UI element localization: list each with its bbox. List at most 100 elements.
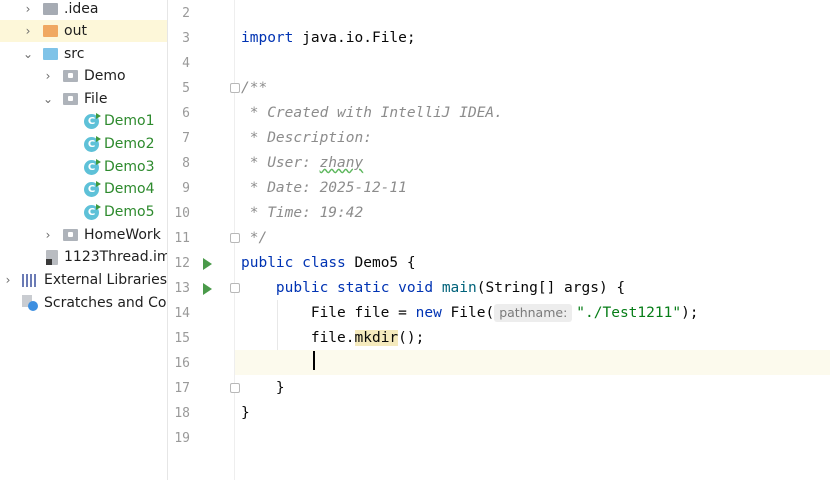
code-text: Demo5 { — [345, 255, 416, 271]
tree-item-external-libraries[interactable]: › External Libraries — [0, 269, 167, 291]
line-number: 6 — [182, 106, 190, 121]
gutter-line: 6 — [168, 101, 234, 126]
tree-item-label: .idea — [64, 1, 99, 17]
code-line-mkdir[interactable]: file.mkdir(); — [241, 326, 424, 351]
folder-icon — [43, 25, 58, 37]
line-number: 13 — [174, 281, 190, 296]
java-class-icon: C — [84, 180, 101, 197]
gutter-line: 19 — [168, 426, 234, 451]
tree-item-file-package[interactable]: ⌄ File — [0, 88, 107, 110]
tree-item-label: 1123Thread.iml — [64, 249, 168, 265]
keyword: static — [337, 280, 390, 296]
tree-item-label: Demo2 — [104, 136, 155, 152]
code-line-comment[interactable]: * Description: — [241, 126, 372, 151]
keyword: public — [275, 280, 329, 296]
gutter-line: 8 — [168, 151, 234, 176]
fold-icon[interactable] — [230, 83, 240, 93]
run-icon[interactable] — [203, 258, 212, 270]
keyword: class — [302, 255, 346, 271]
gutter-line: 10 — [168, 201, 234, 226]
gutter-line: 13 — [168, 276, 240, 301]
method-name: main — [441, 280, 477, 296]
project-tree-panel: › .idea › out ⌄ src › Demo ⌄ File C Demo… — [0, 0, 168, 480]
line-number: 7 — [182, 131, 190, 146]
tree-item-demo-package[interactable]: › Demo — [0, 65, 126, 87]
tree-item-idea[interactable]: › .idea — [0, 0, 99, 20]
tree-item-label: External Libraries — [44, 272, 167, 288]
chevron-right-icon[interactable]: › — [21, 24, 35, 38]
code-line-comment[interactable]: * Date: 2025-12-11 — [241, 176, 407, 201]
line-number: 19 — [174, 431, 190, 446]
chevron-down-icon[interactable]: ⌄ — [21, 47, 35, 61]
keyword: import — [241, 30, 294, 46]
chevron-down-icon[interactable]: ⌄ — [41, 92, 55, 106]
code-line-close[interactable]: } — [241, 401, 250, 426]
code-text: ); — [681, 305, 699, 321]
tree-item-label: File — [84, 91, 108, 107]
line-number: 15 — [174, 331, 190, 346]
code-text: File file = — [310, 305, 416, 321]
chevron-right-icon[interactable]: › — [21, 2, 35, 16]
tree-item-scratches[interactable]: Scratches and Cons — [22, 292, 167, 314]
tree-item-iml-file[interactable]: 1123Thread.iml — [46, 246, 168, 268]
run-icon[interactable] — [203, 283, 212, 295]
chevron-right-icon[interactable]: › — [41, 228, 55, 242]
code-line-close[interactable]: } — [241, 376, 285, 401]
code-line-comment[interactable]: * Created with IntelliJ IDEA. — [241, 101, 503, 126]
gutter-line: 2 — [168, 1, 234, 26]
tree-item-label: Demo — [84, 68, 126, 84]
gutter-line: 7 — [168, 126, 234, 151]
gutter-line: 3 — [168, 26, 234, 51]
fold-icon[interactable] — [230, 233, 240, 243]
tree-item-label: Demo1 — [104, 113, 155, 129]
line-number: 14 — [174, 306, 190, 321]
comment-user: zhany — [319, 155, 364, 171]
code-line-comment[interactable]: * User: zhany — [241, 151, 364, 176]
libraries-icon — [22, 273, 38, 287]
tree-item-demo2[interactable]: C Demo2 — [84, 133, 155, 155]
code-line-class[interactable]: public class Demo5 { — [241, 251, 416, 276]
line-number: 11 — [174, 231, 190, 246]
tree-item-demo4[interactable]: C Demo4 — [84, 178, 155, 200]
tree-item-label: Demo5 — [104, 204, 155, 220]
line-number: 5 — [182, 81, 190, 96]
package-icon — [63, 229, 78, 241]
line-number: 17 — [174, 381, 190, 396]
method-call-highlighted: mkdir — [354, 330, 399, 346]
fold-icon[interactable] — [230, 283, 240, 293]
package-icon — [63, 93, 78, 105]
code-line-comment[interactable]: * Time: 19:42 — [241, 201, 364, 226]
tree-item-label: src — [64, 46, 85, 62]
string-literal: "./Test1211" — [576, 305, 682, 321]
code-line-comment[interactable]: /** — [241, 76, 267, 101]
chevron-right-icon[interactable]: › — [41, 69, 55, 83]
code-editor[interactable]: 2 3 4 5 6 7 8 9 10 11 12 13 14 15 16 17 … — [168, 0, 830, 480]
tree-item-demo1[interactable]: C Demo1 — [84, 110, 155, 132]
java-class-icon: C — [84, 158, 101, 175]
gutter-line: 16 — [168, 351, 234, 376]
tree-item-homework[interactable]: › HomeWork — [0, 224, 161, 246]
gutter-line: 18 — [168, 401, 234, 426]
chevron-right-icon[interactable]: › — [1, 273, 15, 287]
tree-item-demo3[interactable]: C Demo3 — [84, 156, 155, 178]
code-line-comment[interactable]: */ — [241, 226, 267, 251]
current-line[interactable] — [235, 350, 830, 375]
code-line-main[interactable]: public static void main(String[] args) { — [241, 276, 625, 301]
gutter-line: 14 — [168, 301, 234, 326]
keyword: public — [241, 255, 294, 271]
code-text: (); — [398, 330, 425, 346]
text-caret — [313, 351, 315, 370]
code-line-file-decl[interactable]: File file = new File(pathname: "./Test121… — [241, 301, 699, 326]
tree-item-out[interactable]: › out — [0, 20, 167, 42]
tree-item-src[interactable]: ⌄ src — [0, 43, 84, 65]
keyword: void — [398, 280, 434, 296]
tree-item-demo5[interactable]: C Demo5 — [84, 201, 155, 223]
gutter-line: 12 — [168, 251, 234, 276]
gutter-line: 17 — [168, 376, 240, 401]
fold-icon[interactable] — [230, 383, 240, 393]
code-line-import[interactable]: import java.io.File; — [241, 26, 416, 51]
source-folder-icon — [43, 48, 58, 60]
